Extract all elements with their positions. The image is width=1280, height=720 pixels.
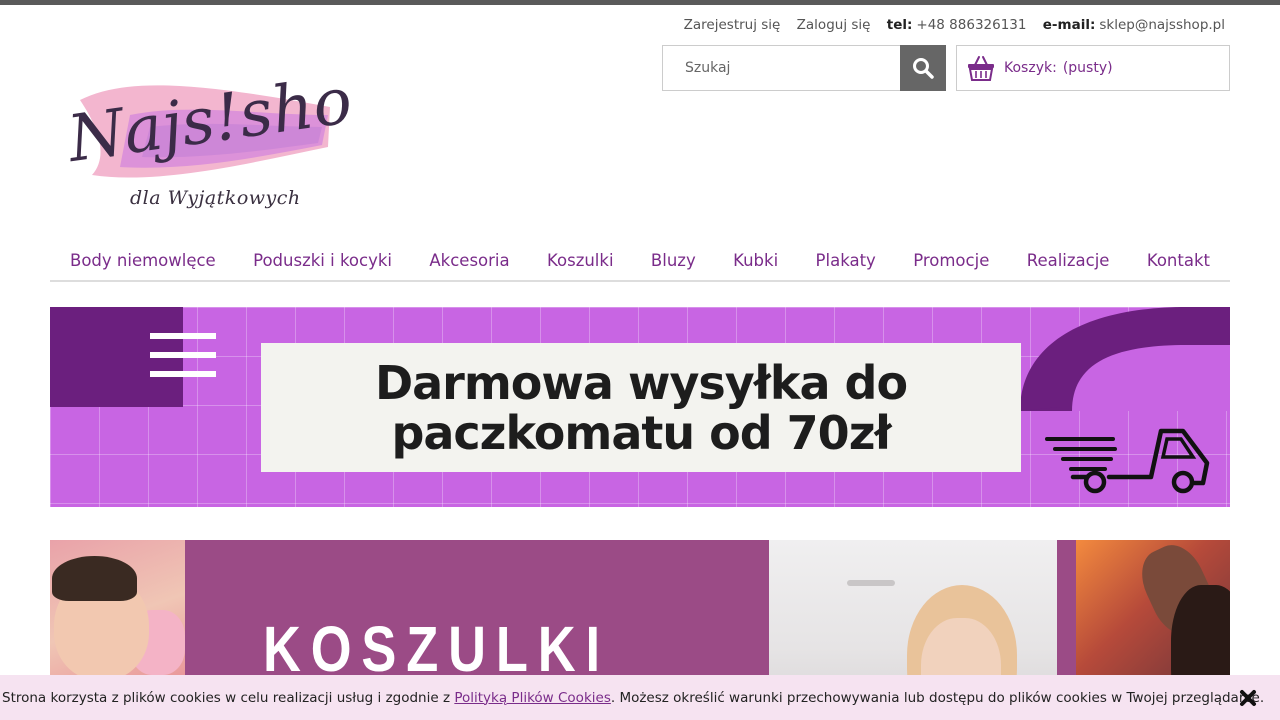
nav-item-poduszki-i-kocyki[interactable]: Poduszki i kocyki: [253, 240, 392, 280]
cookie-policy-link[interactable]: Polityką Plików Cookies: [454, 690, 611, 706]
shipping-text-panel: Darmowa wysyłka do paczkomatu od 70zł: [261, 343, 1021, 472]
shipping-headline: Darmowa wysyłka do paczkomatu od 70zł: [374, 355, 908, 460]
nav-item-koszulki[interactable]: Koszulki: [547, 240, 614, 280]
email-label: e-mail:: [1042, 17, 1096, 33]
main-navigation: Body niemowlęce Poduszki i kocyki Akceso…: [50, 240, 1230, 282]
shipping-line-2: paczkomatu od 70zł: [391, 405, 891, 460]
search-icon: [913, 58, 934, 79]
tel-label: tel:: [886, 17, 913, 33]
login-link[interactable]: Zaloguj się: [797, 17, 871, 33]
logo-graphic: Najs!shop: [62, 58, 397, 178]
nav-item-body-niemowlece[interactable]: Body niemowlęce: [70, 240, 216, 280]
nav-item-kubki[interactable]: Kubki: [733, 240, 778, 280]
shop-logo[interactable]: Najs!shop dla Wyjątkowych: [60, 45, 397, 220]
shipping-line-1: Darmowa wysyłka do: [374, 355, 908, 410]
nav-item-plakaty[interactable]: Plakaty: [816, 240, 876, 280]
nav-item-realizacje[interactable]: Realizacje: [1027, 240, 1110, 280]
cookie-close-button[interactable]: [1238, 688, 1258, 708]
cart-label: Koszyk:: [1004, 60, 1057, 76]
search-form: [662, 45, 946, 91]
nav-item-bluzy[interactable]: Bluzy: [651, 240, 696, 280]
delivery-truck-icon: [1045, 428, 1210, 494]
cookie-text-after: . Możesz określić warunki przechowywania…: [610, 689, 1265, 706]
search-button[interactable]: [900, 45, 946, 91]
cookie-message: Strona korzysta z plików cookies w celu …: [0, 690, 1264, 706]
logo-tagline: dla Wyjątkowych: [130, 187, 301, 209]
top-border: [0, 0, 1280, 5]
close-icon: [1240, 690, 1256, 706]
cart-status: (pusty): [1062, 60, 1113, 76]
nav-item-kontakt[interactable]: Kontakt: [1147, 240, 1210, 280]
nav-item-promocje[interactable]: Promocje: [913, 240, 989, 280]
cart-button[interactable]: Koszyk: (pusty): [956, 45, 1230, 91]
header-top-links: Zarejestruj się Zaloguj się tel: +48 8863…: [672, 17, 1225, 33]
tel-value[interactable]: +48 886326131: [916, 17, 1026, 33]
email-value[interactable]: sklep@najsshop.pl: [1099, 17, 1225, 33]
cookie-text-before: Strona korzysta z plików cookies w celu …: [2, 689, 455, 706]
search-input[interactable]: [663, 46, 900, 90]
nav-item-akcesoria[interactable]: Akcesoria: [429, 240, 509, 280]
free-shipping-banner[interactable]: Darmowa wysyłka do paczkomatu od 70zł: [50, 307, 1230, 507]
banner-arc-decor: [1020, 307, 1230, 411]
cookie-consent-bar: Strona korzysta z plików cookies w celu …: [0, 675, 1280, 720]
register-link[interactable]: Zarejestruj się: [684, 17, 781, 33]
basket-icon: [968, 56, 994, 81]
